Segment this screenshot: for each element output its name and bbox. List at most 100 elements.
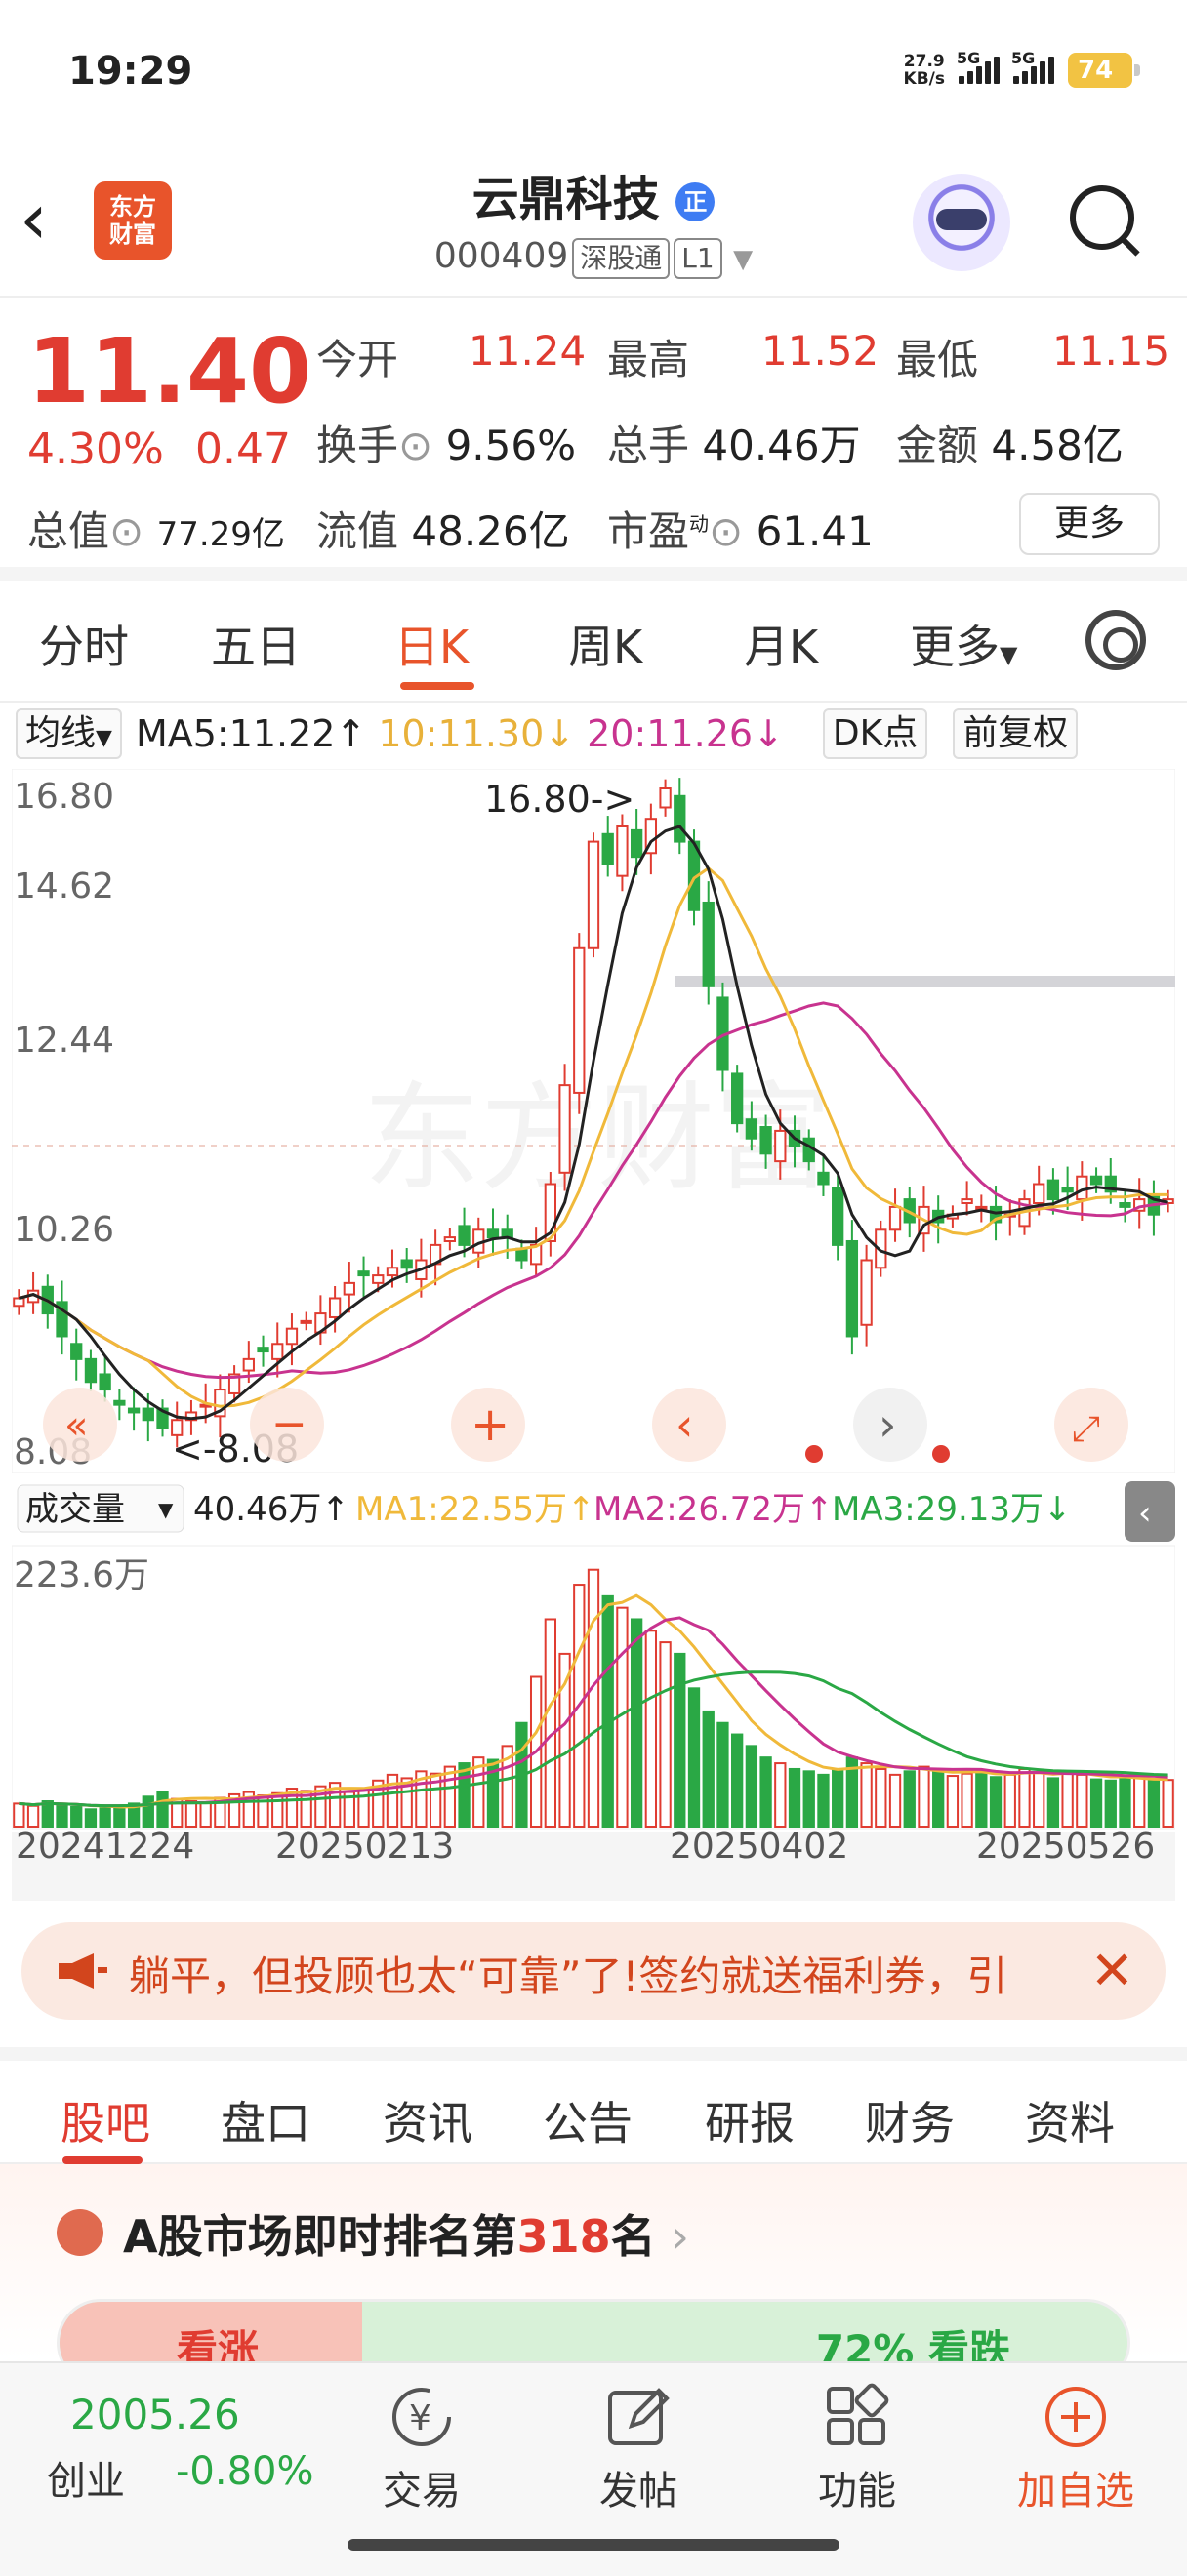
volume-bar xyxy=(558,1652,571,1828)
promo-banner[interactable]: 躺平，但投顾也太“可靠”了!签约就送福利券，引 ✕ xyxy=(21,1922,1166,2020)
candle xyxy=(300,1319,312,1324)
event-marker[interactable] xyxy=(805,1445,823,1463)
volume-bar xyxy=(716,1721,729,1829)
kline-chart[interactable]: 东方财富 16.80 14.62 12.44 10.26 8.08 16.80-… xyxy=(12,769,1175,1901)
candle xyxy=(400,1259,413,1269)
indicator-select[interactable]: 均线▼ xyxy=(16,708,122,759)
event-marker[interactable] xyxy=(932,1445,950,1463)
vol-ma2-label: MA2:26.72万↑ xyxy=(594,1490,834,1529)
adjust-select[interactable]: 前复权 xyxy=(953,708,1079,759)
change-amount: 0.47 xyxy=(195,424,291,474)
info-icon[interactable]: ⊙ xyxy=(398,422,432,469)
volume-bar xyxy=(731,1733,744,1828)
active-tab-indicator xyxy=(62,2156,143,2164)
candle xyxy=(486,1228,500,1239)
candle xyxy=(113,1399,126,1406)
tab-monthly-k[interactable]: 月K xyxy=(744,612,818,676)
stock-code-line[interactable]: 000409 深股通 L1 ▼ xyxy=(0,236,1187,279)
nav-post[interactable]: 发帖 xyxy=(570,2383,707,2516)
candle xyxy=(443,1236,456,1242)
candle xyxy=(817,1171,830,1186)
volume-bar xyxy=(1018,1767,1031,1829)
chart-period-tabs: 分时 五日 日K 周K 月K 更多▼ xyxy=(0,581,1187,703)
low-value: 11.15 xyxy=(1052,327,1170,375)
nav-add-watchlist[interactable]: 加自选 xyxy=(1007,2383,1144,2516)
minus-icon: − xyxy=(271,1399,307,1449)
tab-more[interactable]: 更多▼ xyxy=(910,612,1017,676)
y-label: 10.26 xyxy=(14,1210,114,1250)
status-icons: 27.9 KB/s 5G 5G 74 xyxy=(904,49,1140,88)
nav-features[interactable]: 功能 xyxy=(789,2383,925,2516)
info-icon[interactable]: ⊙ xyxy=(109,507,143,555)
volume-bar xyxy=(156,1791,169,1828)
close-icon[interactable]: ✕ xyxy=(1090,1940,1134,2001)
vol-max-label: 223.6万 xyxy=(14,1555,149,1595)
svg-text:▼: ▼ xyxy=(158,1498,174,1521)
pe-value: 61.41 xyxy=(756,507,874,555)
candle xyxy=(142,1407,154,1422)
quote-panel: 11.40 4.30% 0.47 今开 11.24 最高 11.52 最低 11… xyxy=(0,298,1187,581)
candle xyxy=(343,1281,355,1296)
volume-bar xyxy=(644,1630,658,1828)
candle xyxy=(558,1084,571,1174)
volume-bar xyxy=(184,1800,198,1828)
tab-financials[interactable]: 财务 xyxy=(865,2088,955,2153)
tab-daily-k[interactable]: 日K xyxy=(394,612,469,676)
grid-icon xyxy=(823,2383,891,2451)
ranking-card[interactable]: A股市场即时排名第318名 › 看涨 72% 看跌 xyxy=(0,2164,1187,2387)
dk-point-select[interactable]: DK点 xyxy=(822,708,928,759)
volume-bar xyxy=(774,1762,787,1829)
tab-profile[interactable]: 资料 xyxy=(1025,2088,1115,2153)
candle xyxy=(328,1297,342,1318)
volume-bar xyxy=(961,1772,973,1828)
search-icon[interactable] xyxy=(1066,181,1144,260)
index-change[interactable]: -0.80% xyxy=(176,2449,314,2494)
more-button[interactable]: 更多 xyxy=(1019,493,1160,555)
tab-five-day[interactable]: 五日 xyxy=(211,612,301,676)
volume-bar xyxy=(99,1807,111,1829)
nav-trade[interactable]: ¥ 交易 xyxy=(353,2383,490,2516)
y-label: 14.62 xyxy=(14,866,114,906)
volume-bar xyxy=(1076,1773,1088,1828)
volume-bar xyxy=(875,1767,887,1829)
volume-bar xyxy=(1133,1776,1146,1828)
candle xyxy=(1033,1183,1045,1204)
float-cap-value: 48.26亿 xyxy=(411,507,570,555)
tab-pankou[interactable]: 盘口 xyxy=(221,2088,310,2153)
candle xyxy=(1119,1202,1131,1208)
level-tag: L1 xyxy=(674,238,722,279)
tab-guba[interactable]: 股吧 xyxy=(61,2088,150,2153)
x-date-label: 20241224 xyxy=(16,1827,194,1867)
open-value: 11.24 xyxy=(469,327,587,375)
candle xyxy=(630,828,643,859)
info-icon[interactable]: ⊙ xyxy=(709,507,743,555)
tab-news[interactable]: 资讯 xyxy=(383,2088,472,2153)
index-name[interactable]: 创业 xyxy=(47,2449,125,2506)
x-date-label: 20250402 xyxy=(670,1827,848,1867)
clock: 19:29 xyxy=(68,49,193,94)
tab-research[interactable]: 研报 xyxy=(705,2088,795,2153)
chevron-left-icon: ‹ xyxy=(675,1398,693,1451)
tab-intraday[interactable]: 分时 xyxy=(39,612,129,676)
screen: { "status": {"time": "19:29", "net_speed… xyxy=(0,0,1187,2576)
volume-bar xyxy=(817,1773,830,1828)
open-row: 今开 xyxy=(316,336,399,383)
robot-assistant-icon[interactable] xyxy=(913,174,1010,271)
plus-circle-icon xyxy=(1042,2383,1110,2451)
amount-value: 4.58亿 xyxy=(991,422,1124,469)
gear-icon[interactable] xyxy=(1085,610,1146,670)
volume-bar xyxy=(544,1618,557,1829)
candle xyxy=(1089,1175,1103,1186)
tab-announcements[interactable]: 公告 xyxy=(543,2088,633,2153)
volume-bar xyxy=(659,1641,672,1829)
current-price: 11.40 xyxy=(27,319,312,423)
volume-bar xyxy=(1033,1771,1045,1829)
volume-bar xyxy=(26,1804,40,1829)
home-indicator xyxy=(348,2539,839,2551)
volume-value-label: 40.46万↑ xyxy=(193,1490,349,1529)
candle xyxy=(70,1343,83,1360)
tab-weekly-k[interactable]: 周K xyxy=(568,612,642,676)
candle xyxy=(1061,1187,1074,1193)
volume-bar xyxy=(56,1803,68,1829)
index-value[interactable]: 2005.26 xyxy=(70,2391,240,2438)
